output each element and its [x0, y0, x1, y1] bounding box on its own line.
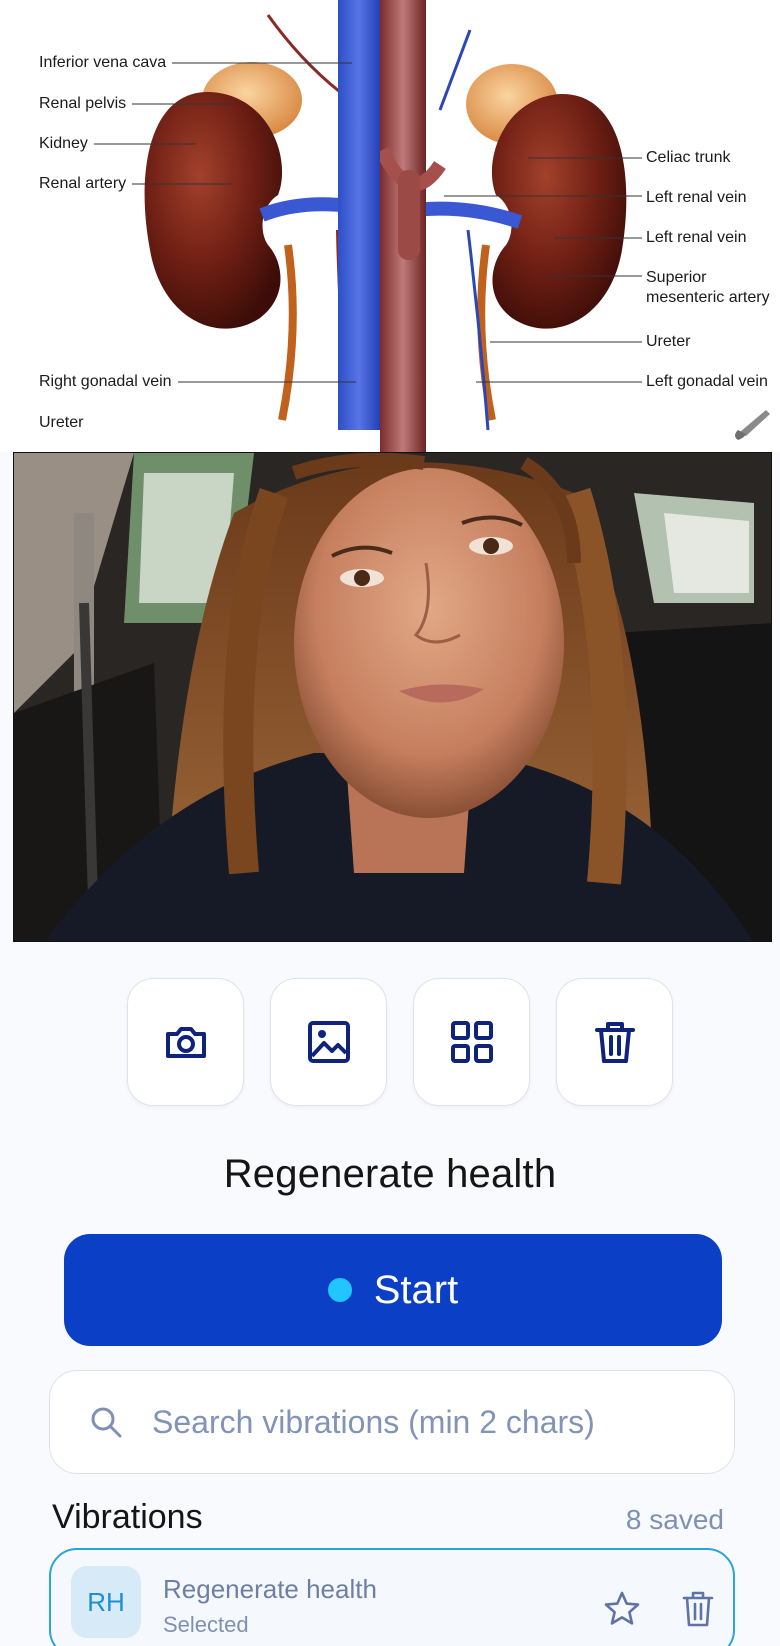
vibration-status: Selected	[163, 1612, 249, 1637]
gallery-button[interactable]	[270, 978, 387, 1106]
label-celiac-trunk: Celiac trunk	[646, 149, 731, 166]
page-title: Regenerate health	[223, 1152, 557, 1196]
grid-button[interactable]	[413, 978, 530, 1106]
trash-icon	[594, 1022, 635, 1063]
search-icon	[91, 1407, 122, 1438]
avatar: RH	[71, 1566, 141, 1638]
camera-button[interactable]	[127, 978, 244, 1106]
label-ureter-left-side: Ureter	[39, 414, 84, 431]
list-item[interactable]: RH Regenerate health Selected	[49, 1548, 735, 1646]
vibration-name: Regenerate health	[163, 1574, 377, 1604]
image-icon	[307, 1021, 350, 1063]
start-button-label: Start	[373, 1267, 459, 1312]
camera-icon	[165, 1027, 206, 1058]
label-left-renal-vein-2: Left renal vein	[646, 229, 747, 246]
label-left-gonadal-vein: Left gonadal vein	[646, 373, 768, 390]
selfie-image	[14, 453, 771, 941]
label-superior-mesenteric-artery: Superior mesenteric artery	[646, 269, 770, 306]
label-inferior-vena-cava: Inferior vena cava	[39, 54, 167, 71]
trash-icon[interactable]	[681, 1590, 715, 1628]
star-icon[interactable]	[603, 1590, 641, 1628]
label-left-renal-vein-1: Left renal vein	[646, 189, 747, 206]
saved-count: 8 saved	[625, 1504, 724, 1535]
label-right-gonadal-vein: Right gonadal vein	[39, 373, 172, 390]
label-kidney: Kidney	[39, 135, 88, 152]
toolbar	[127, 978, 675, 1106]
search-bar	[49, 1370, 735, 1474]
search-input[interactable]	[152, 1403, 712, 1441]
status-dot-icon	[327, 1278, 352, 1302]
vibrations-heading: Vibrations	[52, 1498, 203, 1536]
anatomy-illustration: Inferior vena cava Renal pelvis Kidney R…	[0, 0, 780, 452]
delete-button[interactable]	[556, 978, 673, 1106]
label-renal-pelvis: Renal pelvis	[39, 95, 127, 112]
grid-icon	[450, 1021, 493, 1063]
selfie-photo	[13, 452, 772, 942]
label-renal-artery: Renal artery	[39, 175, 127, 192]
start-button[interactable]: Start	[64, 1234, 722, 1346]
label-ureter-right-side: Ureter	[646, 333, 691, 350]
